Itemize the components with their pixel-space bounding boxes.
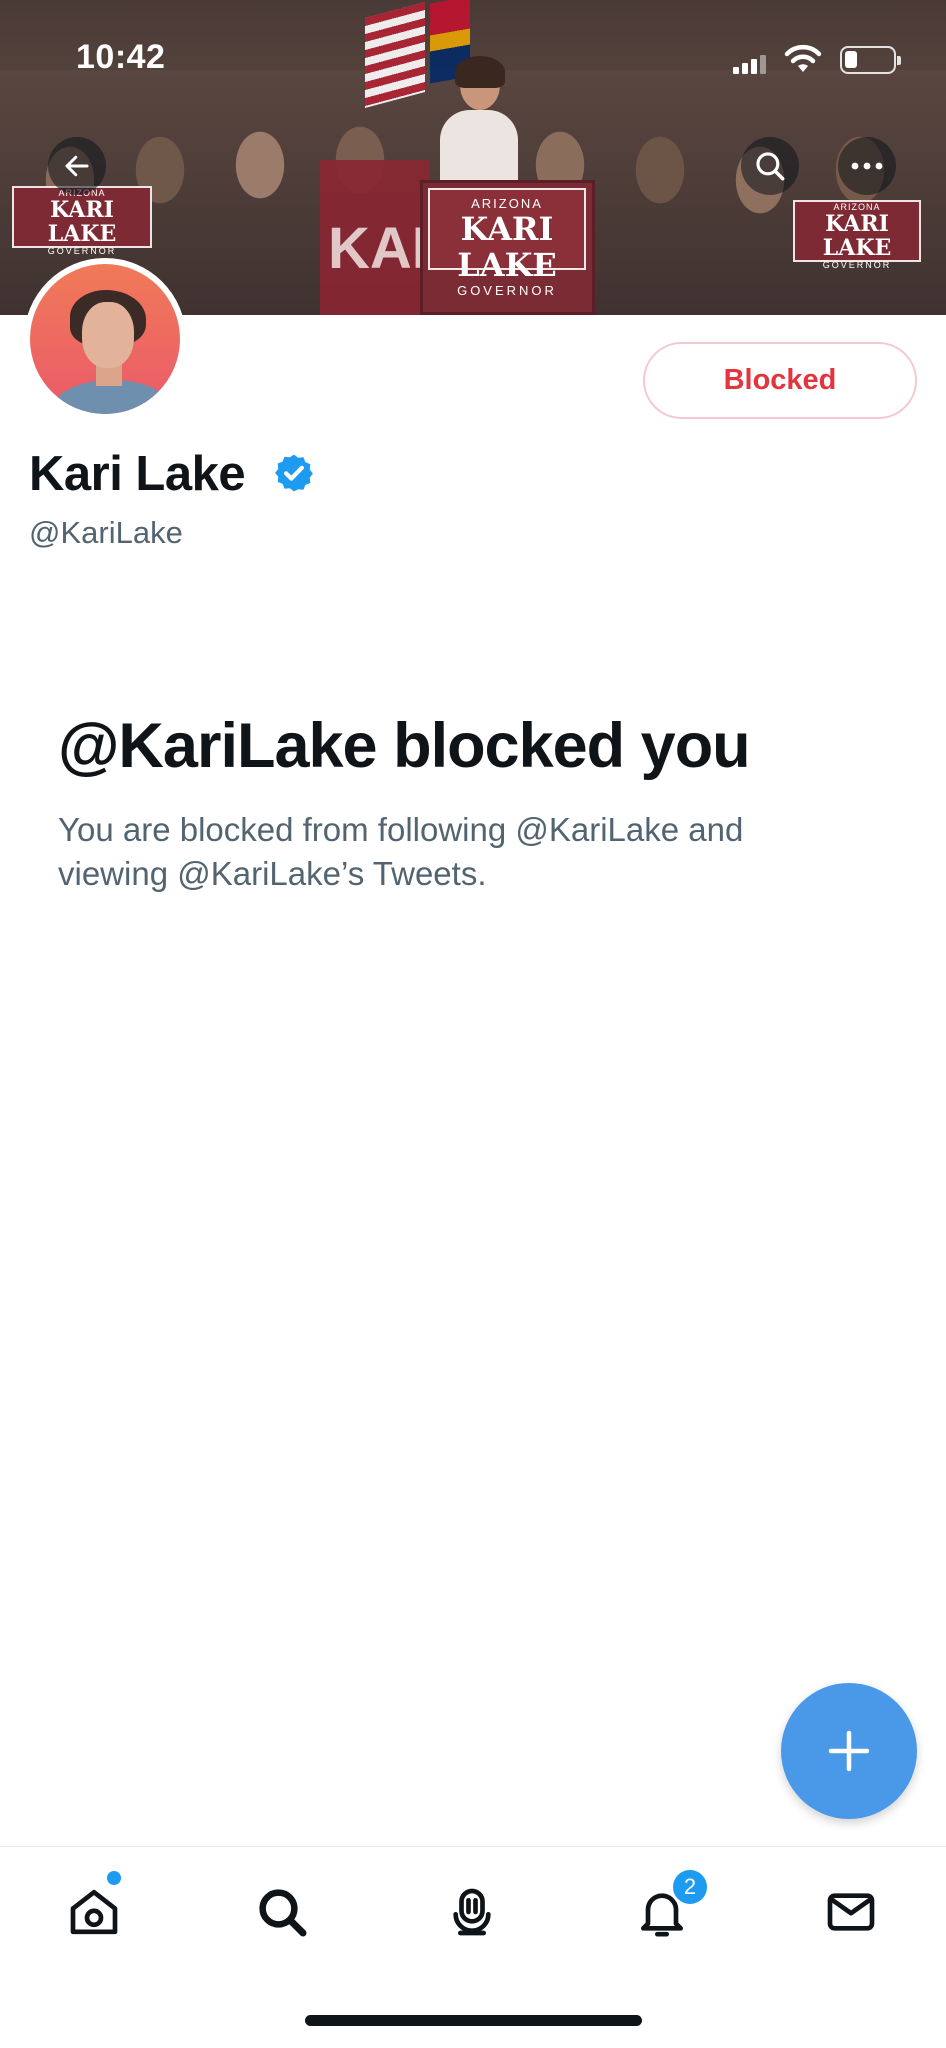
- side-sign-right-line3: GOVERNOR: [822, 260, 892, 270]
- side-sign-line2: KARI LAKE: [47, 197, 117, 247]
- profile-name: Kari Lake: [29, 447, 246, 501]
- mail-icon: [827, 1893, 875, 1931]
- back-button[interactable]: [48, 137, 106, 195]
- tab-messages[interactable]: [816, 1877, 886, 1947]
- notifications-badge: 2: [670, 1867, 710, 1907]
- avatar-image: [30, 264, 180, 414]
- search-button[interactable]: [741, 137, 799, 195]
- more-horizontal-icon: [851, 162, 883, 170]
- tab-explore[interactable]: [247, 1877, 317, 1947]
- side-sign-right-line2: KARI LAKE: [822, 211, 892, 261]
- blocked-title: @KariLake blocked you: [58, 711, 751, 781]
- battery-icon: [840, 46, 901, 74]
- wifi-icon: [784, 44, 822, 72]
- podium-sign-line1: ARIZONA: [471, 196, 543, 211]
- avatar[interactable]: [24, 258, 186, 420]
- home-unread-dot: [107, 1871, 121, 1885]
- home-icon: [70, 1889, 118, 1935]
- campaign-banner: KAR: [320, 160, 454, 315]
- compose-tweet-button[interactable]: [781, 1683, 917, 1819]
- verified-badge-icon[interactable]: [273, 452, 315, 494]
- plus-icon: [828, 1730, 870, 1772]
- tab-spaces[interactable]: [437, 1877, 507, 1947]
- spaces-mic-icon: [453, 1888, 491, 1936]
- search-icon: [259, 1889, 307, 1937]
- more-button[interactable]: [838, 137, 896, 195]
- profile-handle: @KariLake: [29, 515, 183, 550]
- side-sign-right: ARIZONA KARI LAKE GOVERNOR: [793, 200, 921, 270]
- podium-sign: ARIZONA KARI LAKE GOVERNOR: [428, 188, 586, 298]
- blocked-button[interactable]: Blocked: [643, 342, 917, 419]
- blocked-description: You are blocked from following @KariLake…: [58, 811, 744, 892]
- tab-home[interactable]: [59, 1877, 129, 1947]
- podium-sign-line3: GOVERNOR: [457, 283, 557, 298]
- status-time: 10:42: [76, 38, 166, 76]
- home-indicator[interactable]: [305, 2015, 642, 2026]
- side-sign-line3: GOVERNOR: [47, 246, 117, 256]
- side-sign-left: ARIZONA KARI LAKE GOVERNOR: [12, 186, 152, 256]
- search-icon: [756, 152, 785, 181]
- status-bar: 10:42: [0, 0, 946, 120]
- podium-sign-line2: KARI LAKE: [457, 210, 557, 284]
- cellular-signal-icon: [733, 54, 767, 74]
- arrow-left-icon: [65, 155, 89, 177]
